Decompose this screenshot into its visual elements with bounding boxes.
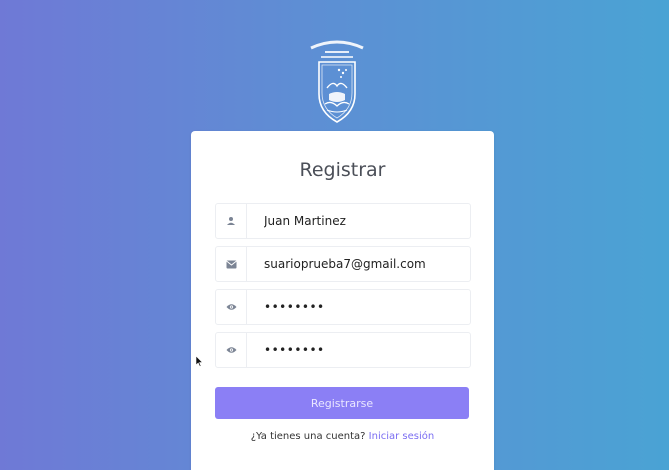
login-prompt: ¿Ya tienes una cuenta? Iniciar sesión [191, 431, 494, 442]
login-link[interactable]: Iniciar sesión [369, 431, 435, 442]
email-input[interactable] [264, 257, 454, 271]
name-input[interactable] [264, 214, 454, 228]
eye-icon[interactable] [216, 290, 247, 324]
name-field[interactable] [215, 203, 471, 239]
confirm-password-field[interactable] [215, 332, 471, 368]
eye-icon[interactable] [216, 333, 247, 367]
envelope-icon [216, 247, 247, 281]
confirm-password-input[interactable] [264, 343, 454, 357]
email-field[interactable] [215, 246, 471, 282]
password-input[interactable] [264, 300, 454, 314]
university-crest-logo [305, 36, 369, 126]
password-field[interactable] [215, 289, 471, 325]
login-prompt-text: ¿Ya tienes una cuenta? [250, 431, 366, 442]
mouse-cursor-icon [195, 352, 204, 371]
register-button[interactable]: Registrarse [215, 387, 469, 419]
user-icon [216, 204, 247, 238]
register-card: Registrar Juan Martinez suarioprueba7@gm… [191, 131, 494, 470]
card-title: Registrar [299, 159, 386, 181]
